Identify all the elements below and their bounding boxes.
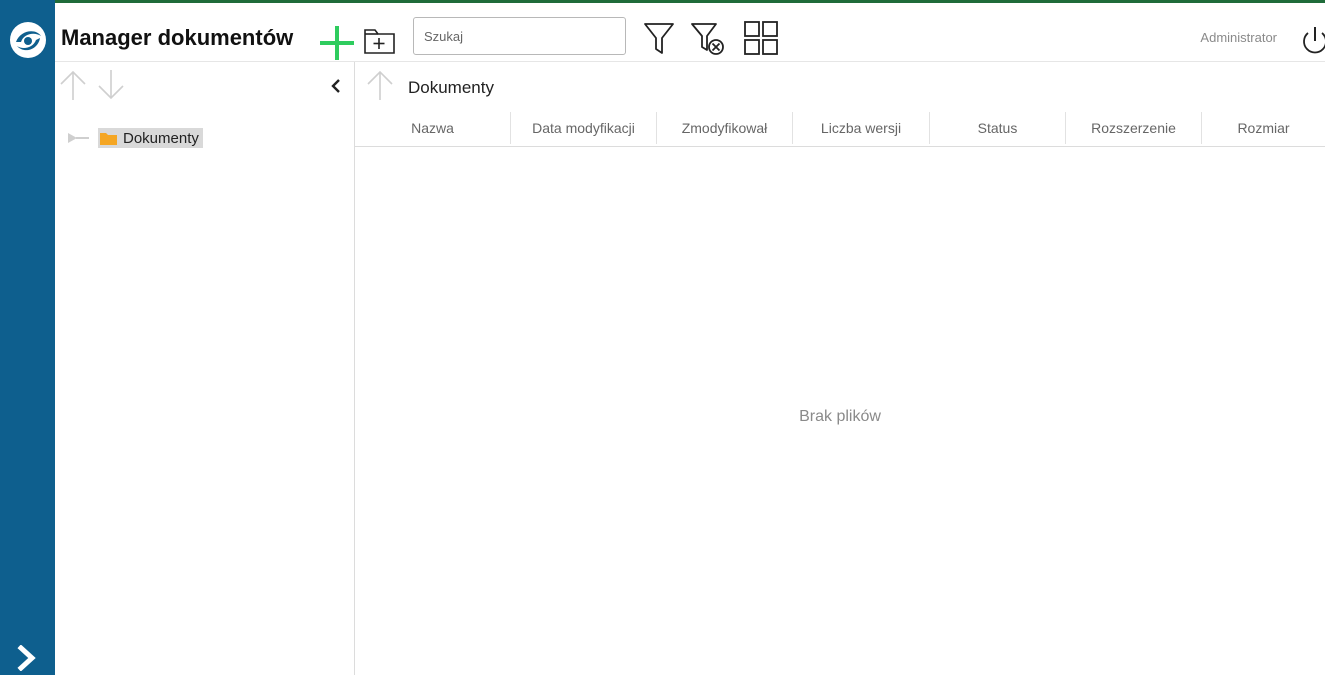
app-logo-icon[interactable] xyxy=(8,20,48,60)
parent-folder-arrow-icon[interactable] xyxy=(365,68,395,102)
tree-item-dokumenty[interactable]: Dokumenty xyxy=(65,126,295,150)
clear-filter-button[interactable] xyxy=(689,20,727,58)
new-folder-button[interactable] xyxy=(362,26,398,56)
user-name[interactable]: Administrator xyxy=(1200,30,1277,45)
search-input[interactable] xyxy=(413,17,626,55)
tree-item-label: Dokumenty xyxy=(123,129,199,147)
folder-tree-panel: Dokumenty xyxy=(55,62,355,675)
current-folder-title: Dokumenty xyxy=(408,78,494,97)
tree-expand-arrow-icon[interactable] xyxy=(67,132,89,144)
empty-state-message: Brak plików xyxy=(799,408,881,425)
column-header-size[interactable]: Rozmiar xyxy=(1202,110,1325,146)
column-header-status[interactable]: Status xyxy=(930,110,1065,146)
grid-view-button[interactable] xyxy=(743,20,779,56)
app-title: Manager dokumentów xyxy=(61,25,294,50)
add-document-button[interactable] xyxy=(318,24,356,62)
column-header-name[interactable]: Nazwa xyxy=(355,110,510,146)
header: Manager dokumentów Szukaj Administrator xyxy=(55,3,1325,62)
move-up-arrow-icon[interactable] xyxy=(57,68,89,102)
column-header-version-count[interactable]: Liczba wersji xyxy=(793,110,929,146)
power-icon[interactable] xyxy=(1300,23,1325,57)
column-header-extension[interactable]: Rozszerzenie xyxy=(1066,110,1201,146)
filter-icon xyxy=(644,23,674,54)
grid-view-icon xyxy=(744,21,778,55)
side-rail xyxy=(0,0,55,675)
filter-button[interactable] xyxy=(642,20,676,58)
new-folder-icon xyxy=(364,29,395,54)
folder-icon xyxy=(100,132,117,145)
column-header-modified-by[interactable]: Zmodyfikował xyxy=(657,110,792,146)
move-down-arrow-icon[interactable] xyxy=(95,68,127,102)
filter-clear-icon xyxy=(691,23,724,55)
plus-icon xyxy=(320,26,354,60)
chevron-right-icon[interactable] xyxy=(14,644,40,672)
documents-panel: Dokumenty Nazwa Data modyfikacji Zmodyfi… xyxy=(355,62,1325,675)
table-header: Nazwa Data modyfikacji Zmodyfikował Licz… xyxy=(355,110,1325,147)
tree-node-selected[interactable]: Dokumenty xyxy=(98,128,203,148)
column-header-modified-date[interactable]: Data modyfikacji xyxy=(511,110,656,146)
collapse-panel-chevron-left-icon[interactable] xyxy=(327,76,345,96)
